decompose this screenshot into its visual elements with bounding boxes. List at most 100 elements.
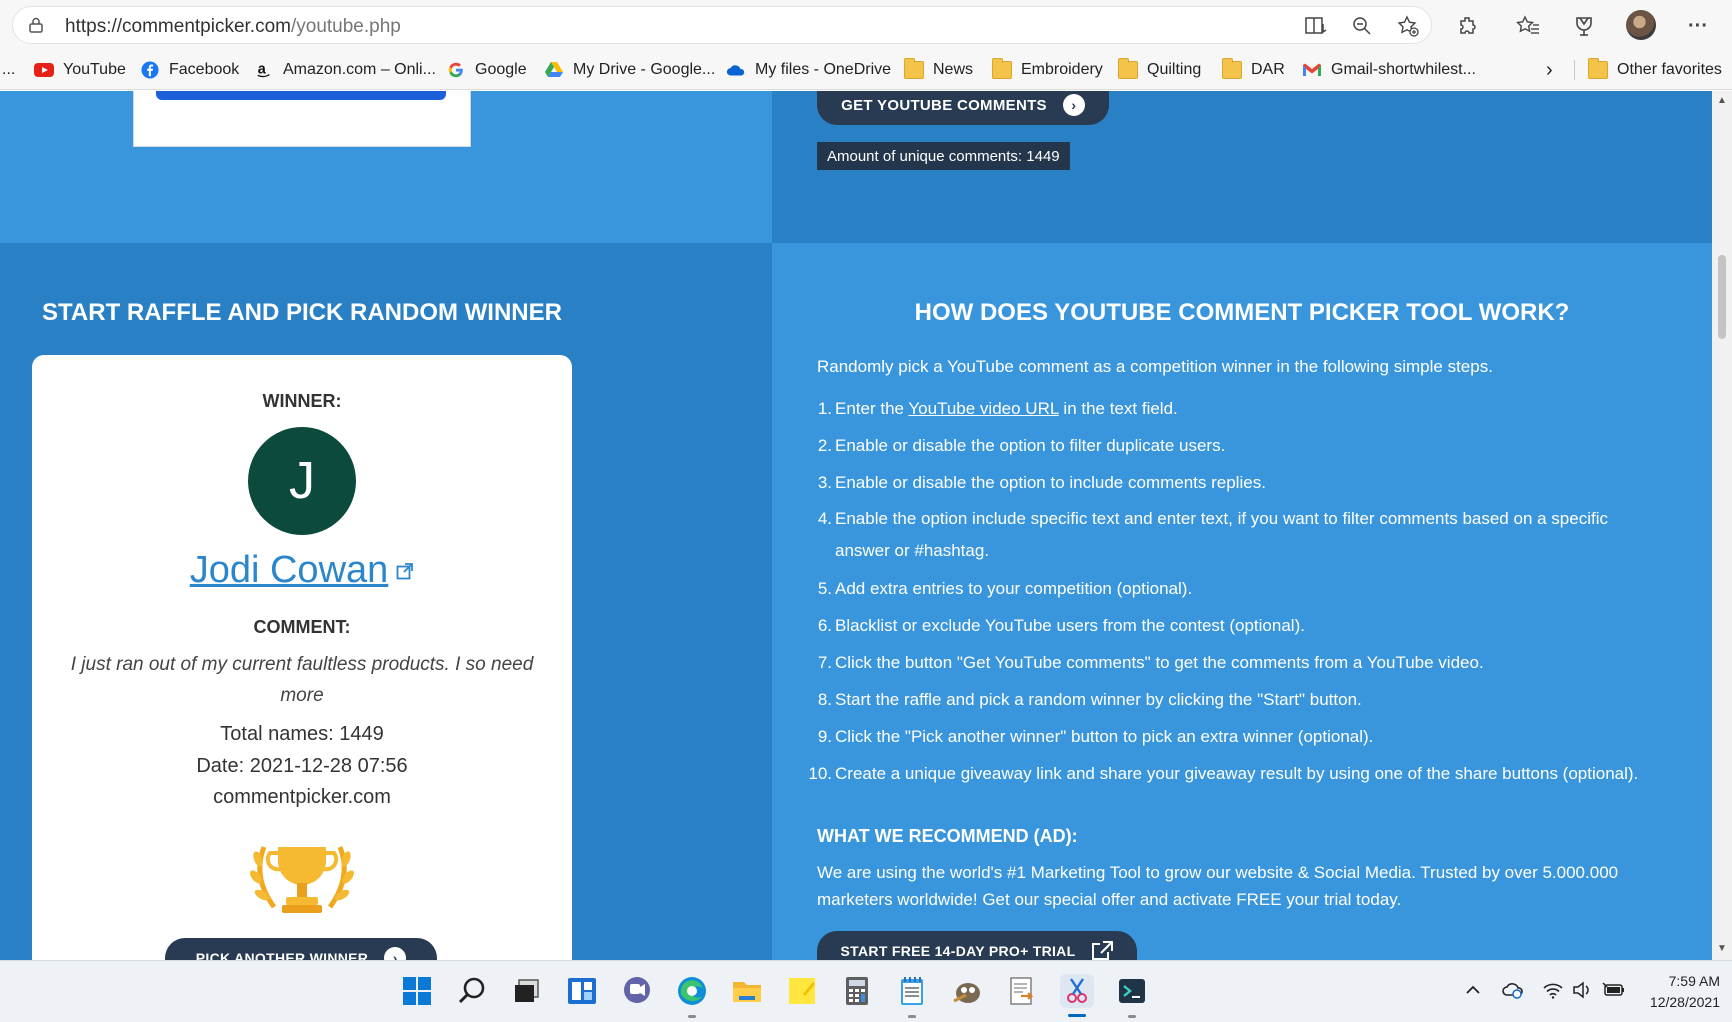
document-app-icon[interactable] (1005, 974, 1039, 1008)
more-options-icon[interactable]: ··· (1684, 12, 1712, 40)
winner-label: WINNER: (262, 391, 342, 411)
notepad-icon[interactable] (895, 974, 929, 1008)
taskbar: 7:59 AM 12/28/2021 (0, 960, 1732, 1022)
external-link-icon (1092, 941, 1114, 960)
immersive-reader-icon[interactable] (1302, 12, 1330, 40)
external-link-icon[interactable] (396, 562, 414, 580)
favorites-overflow-chevron-icon[interactable]: › (1546, 58, 1553, 82)
pick-another-winner-button[interactable]: PICK ANOTHER WINNER › (165, 938, 437, 960)
windows-start-icon[interactable] (400, 974, 434, 1008)
calculator-icon[interactable] (840, 974, 874, 1008)
onedrive-icon (726, 65, 745, 76)
url-field[interactable]: https://commentpicker.com/youtube.php (12, 6, 1432, 44)
site-name: commentpicker.com (213, 786, 391, 808)
favorite-amazon[interactable]: a Amazon.com – Onli... (254, 58, 436, 82)
get-youtube-comments-button[interactable]: GET YOUTUBE COMMENTS › (817, 91, 1109, 125)
teams-chat-icon[interactable] (620, 974, 654, 1008)
wifi-icon[interactable] (1542, 981, 1564, 1004)
how-it-works-intro: Randomly pick a YouTube comment as a com… (817, 357, 1493, 376)
amazon-icon: a (257, 62, 270, 78)
step-item: 4. Enable the option include specific tex… (817, 509, 1608, 560)
comment-label: COMMENT: (253, 617, 351, 637)
winner-name-row: Jodi Cowan (32, 549, 572, 592)
sticky-notes-icon[interactable] (785, 974, 819, 1008)
favorite-folder-embroidery[interactable]: Embroidery (992, 58, 1103, 82)
favorites-icon[interactable] (1514, 12, 1542, 40)
steps-list: 1. Enter the YouTube video URL in the tex… (802, 390, 1662, 792)
battery-icon[interactable] (1602, 981, 1626, 1004)
favorite-folder-quilting[interactable]: Quilting (1118, 58, 1201, 82)
favorite-folder-dar[interactable]: DAR (1222, 58, 1285, 82)
chevron-right-icon: › (384, 947, 407, 960)
start-free-trial-button[interactable]: START FREE 14-DAY PRO+ TRIAL (817, 931, 1137, 960)
step-item: 7. Click the button "Get YouTube comments… (817, 653, 1484, 672)
folder-icon (904, 58, 924, 79)
profile-avatar[interactable] (1626, 10, 1656, 40)
step-item: 8. Start the raffle and pick a random win… (817, 690, 1362, 709)
favorite-facebook[interactable]: Facebook (140, 58, 239, 82)
favorite-folder-news[interactable]: News (904, 58, 973, 82)
raffle-heading: START RAFFLE AND PICK RANDOM WINNER (42, 299, 562, 326)
add-favorite-icon[interactable] (1394, 12, 1422, 40)
search-icon[interactable] (455, 974, 489, 1008)
task-view-icon[interactable] (510, 974, 544, 1008)
widgets-icon[interactable] (565, 974, 599, 1008)
step-item: 6. Blacklist or exclude YouTube users fro… (817, 616, 1305, 635)
favorites-divider (1574, 60, 1575, 80)
start-button-edge[interactable] (156, 91, 446, 100)
step-item: 1. Enter the YouTube video URL in the tex… (817, 399, 1178, 418)
scroll-thumb[interactable] (1718, 255, 1726, 339)
how-it-works-heading: HOW DOES YOUTUBE COMMENT PICKER TOOL WOR… (914, 299, 1570, 326)
snipping-tool-active-indicator (1068, 1014, 1086, 1017)
total-names: Total names: 1449 (220, 723, 384, 745)
web-page: GET YOUTUBE COMMENTS › Amount of unique … (0, 91, 1712, 960)
gmail-icon (1303, 63, 1321, 76)
google-drive-icon (545, 62, 563, 77)
winner-card: WINNER: J Jodi Cowan COMMENT: I just ran… (32, 355, 572, 960)
volume-icon[interactable] (1572, 981, 1594, 1004)
favorite-onedrive[interactable]: My files - OneDrive (726, 58, 891, 82)
extensions-icon[interactable] (1454, 12, 1482, 40)
zoom-out-icon[interactable] (1348, 12, 1376, 40)
folder-icon (1222, 58, 1242, 79)
gimp-icon[interactable] (950, 974, 984, 1008)
winner-avatar: J (248, 427, 356, 535)
recommend-title: WHAT WE RECOMMEND (AD): (817, 826, 1078, 846)
edge-browser-icon[interactable] (675, 974, 709, 1008)
recommend-text: We are using the world's #1 Marketing To… (817, 863, 1619, 909)
folder-icon (992, 58, 1012, 79)
chevron-right-icon: › (1062, 94, 1085, 116)
unique-comments-badge: Amount of unique comments: 1449 (817, 142, 1070, 170)
address-bar-area: https://commentpicker.com/youtube.php ··… (0, 0, 1732, 50)
step-item: 10. Create a unique giveaway link and sha… (808, 764, 1639, 783)
terminal-app-icon[interactable] (1115, 974, 1149, 1008)
favorite-google-drive[interactable]: My Drive - Google... (544, 58, 715, 82)
lock-icon (29, 17, 43, 33)
scroll-down-arrow-icon[interactable]: ▼ (1716, 943, 1728, 955)
youtube-video-url-link[interactable]: YouTube video URL (908, 399, 1058, 418)
chevron-up-icon[interactable] (1464, 981, 1482, 1004)
favorite-gmail[interactable]: Gmail-shortwhilest... (1302, 58, 1476, 82)
terminal-running-indicator (1128, 1015, 1136, 1018)
step-item: 5. Add extra entries to your competition … (817, 579, 1193, 598)
favorite-google[interactable]: Google (446, 58, 527, 82)
favorite-youtube[interactable]: YouTube (34, 58, 126, 82)
folder-icon (1588, 58, 1608, 79)
file-explorer-icon[interactable] (730, 974, 764, 1008)
clock-date: 12/28/2021 (1649, 994, 1720, 1010)
browser-essentials-icon[interactable] (1570, 12, 1598, 40)
system-clock[interactable]: 7:59 AM 12/28/2021 (1630, 971, 1720, 1013)
url-text: https://commentpicker.com/youtube.php (65, 16, 401, 37)
clock-time: 7:59 AM (1668, 973, 1720, 989)
favorites-overflow-left[interactable]: ... (2, 58, 15, 82)
scroll-up-arrow-icon[interactable]: ▲ (1716, 95, 1728, 107)
google-icon (448, 62, 463, 78)
other-favorites[interactable]: Other favorites (1588, 58, 1722, 82)
notepad-running-indicator (908, 1015, 916, 1018)
onedrive-sync-icon[interactable] (1502, 981, 1524, 1004)
winner-comment: I just ran out of my current faultless p… (70, 654, 534, 706)
snipping-tool-icon[interactable] (1060, 974, 1094, 1008)
winner-name-link[interactable]: Jodi Cowan (190, 549, 389, 591)
page-scrollbar[interactable]: ▲ ▼ (1712, 91, 1732, 960)
step-item: 9. Click the "Pick another winner" button… (817, 727, 1374, 746)
